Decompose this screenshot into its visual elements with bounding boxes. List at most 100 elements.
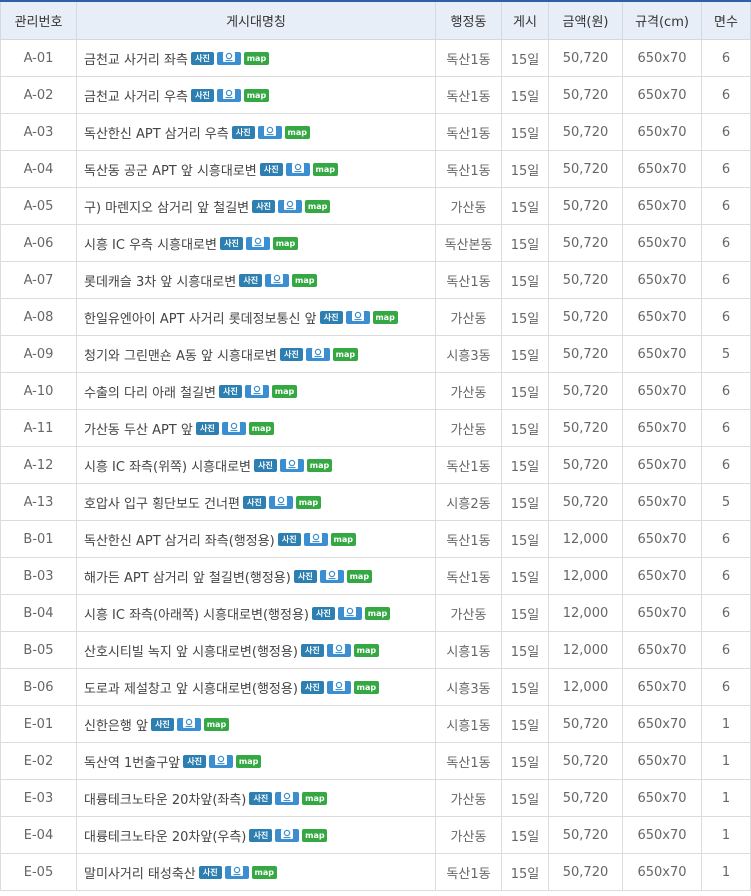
photo-button[interactable]: 사진	[259, 162, 283, 176]
map-button[interactable]: map	[284, 125, 310, 139]
cell-faces: 6	[701, 557, 751, 595]
cell-dong: 가산동	[435, 816, 502, 854]
cell-dong: 가산동	[435, 187, 502, 225]
location-pin-button[interactable]	[285, 162, 310, 176]
location-pin-button[interactable]	[209, 754, 234, 768]
map-button[interactable]: map	[251, 865, 277, 879]
map-button[interactable]: map	[330, 532, 356, 546]
map-button[interactable]: map	[302, 828, 328, 842]
location-pin-button[interactable]	[345, 310, 370, 324]
cell-id: A-10	[0, 372, 77, 410]
photo-button[interactable]: 사진	[190, 88, 214, 102]
photo-button[interactable]: 사진	[150, 717, 174, 731]
table-body: A-01 금천교 사거리 좌측 사진 map 독산1동 15일 50,720 650x70 6 A…	[0, 39, 751, 891]
map-button[interactable]: map	[305, 199, 331, 213]
map-button[interactable]: map	[307, 458, 333, 472]
location-pin-button[interactable]	[265, 273, 290, 287]
cell-name: 금천교 사거리 우측 사진 map	[76, 76, 436, 114]
photo-button[interactable]: 사진	[279, 347, 303, 361]
map-button[interactable]: map	[365, 606, 390, 620]
table-row: B-04 시흥 IC 좌측(아래쪽) 시흥대로변(행정용) 사진 map 가산동 15일 1…	[0, 594, 751, 632]
photo-button[interactable]: 사진	[254, 458, 278, 472]
photo-button[interactable]: 사진	[195, 421, 219, 435]
map-button[interactable]: map	[372, 310, 398, 324]
map-button[interactable]: map	[243, 51, 269, 65]
cell-dong: 독산1동	[435, 113, 502, 151]
photo-button[interactable]: 사진	[190, 51, 214, 65]
cell-period: 15일	[501, 483, 549, 521]
location-pin-button[interactable]	[338, 606, 362, 620]
photo-button[interactable]: 사진	[300, 643, 324, 657]
photo-button[interactable]: 사진	[293, 569, 317, 583]
location-pin-button[interactable]	[257, 125, 282, 139]
location-pin-button[interactable]	[326, 643, 351, 657]
photo-button[interactable]: 사진	[219, 384, 242, 398]
cell-price: 50,720	[548, 483, 623, 521]
map-button[interactable]: map	[272, 384, 297, 398]
cell-name: 신한은행 앞 사진 map	[76, 705, 436, 743]
cell-period: 15일	[501, 261, 549, 299]
photo-button[interactable]: 사진	[249, 791, 273, 805]
location-pin-button[interactable]	[280, 458, 305, 472]
photo-button[interactable]: 사진	[252, 199, 276, 213]
location-pin-button[interactable]	[319, 569, 344, 583]
location-pin-icon	[222, 89, 235, 99]
map-button[interactable]: map	[353, 680, 379, 694]
photo-button[interactable]: 사진	[319, 310, 343, 324]
photo-button[interactable]: 사진	[242, 495, 266, 509]
photo-button[interactable]: 사진	[198, 865, 222, 879]
location-pin-button[interactable]	[275, 828, 300, 842]
photo-button[interactable]: 사진	[219, 236, 243, 250]
billboard-name: 독산한신 APT 삼거리 우측	[84, 126, 229, 142]
map-button[interactable]: map	[302, 791, 328, 805]
cell-faces: 6	[701, 520, 751, 558]
map-button[interactable]: map	[272, 236, 298, 250]
location-pin-button[interactable]	[326, 680, 351, 694]
map-button[interactable]: map	[332, 347, 358, 361]
location-pin-button[interactable]	[216, 51, 241, 65]
map-button[interactable]: map	[248, 421, 274, 435]
photo-button[interactable]: 사진	[277, 532, 301, 546]
map-button[interactable]: map	[295, 495, 321, 509]
cell-faces: 1	[701, 816, 751, 854]
location-pin-button[interactable]	[275, 791, 300, 805]
photo-button[interactable]: 사진	[183, 754, 207, 768]
cell-period: 15일	[501, 224, 549, 262]
location-pin-button[interactable]	[176, 717, 201, 731]
cell-dong: 시흥2동	[435, 483, 502, 521]
location-pin-icon	[274, 496, 287, 506]
map-button[interactable]: map	[236, 754, 262, 768]
map-button[interactable]: map	[346, 569, 372, 583]
map-button[interactable]: map	[353, 643, 379, 657]
map-button[interactable]: map	[203, 717, 229, 731]
cell-price: 50,720	[548, 113, 623, 151]
location-pin-button[interactable]	[268, 495, 293, 509]
cell-faces: 6	[701, 113, 751, 151]
photo-button[interactable]: 사진	[312, 606, 335, 620]
location-pin-button[interactable]	[245, 384, 269, 398]
cell-size: 650x70	[622, 187, 702, 225]
location-pin-button[interactable]	[305, 347, 330, 361]
map-button[interactable]: map	[243, 88, 269, 102]
table-row: E-04 대륭테크노타운 20차앞(우측) 사진 map 가산동 15일 50,720 650…	[0, 816, 751, 854]
cell-name: 호압사 입구 횡단보도 건너편 사진 map	[76, 483, 436, 521]
location-pin-button[interactable]	[216, 88, 241, 102]
photo-button[interactable]: 사진	[231, 125, 255, 139]
location-pin-button[interactable]	[224, 865, 249, 879]
cell-faces: 6	[701, 372, 751, 410]
photo-button[interactable]: 사진	[300, 680, 324, 694]
cell-period: 15일	[501, 150, 549, 188]
map-button[interactable]: map	[292, 273, 318, 287]
photo-button[interactable]: 사진	[249, 828, 273, 842]
map-button[interactable]: map	[312, 162, 338, 176]
cell-name: 금천교 사거리 좌측 사진 map	[76, 39, 436, 77]
cell-price: 12,000	[548, 594, 623, 632]
location-pin-button[interactable]	[221, 421, 246, 435]
photo-button[interactable]: 사진	[239, 273, 263, 287]
cell-id: A-06	[0, 224, 77, 262]
location-pin-button[interactable]	[245, 236, 270, 250]
location-pin-button[interactable]	[303, 532, 328, 546]
cell-dong: 가산동	[435, 372, 502, 410]
location-pin-button[interactable]	[278, 199, 303, 213]
cell-name: 독산한신 APT 삼거리 좌측(행정용) 사진 map	[76, 520, 436, 558]
